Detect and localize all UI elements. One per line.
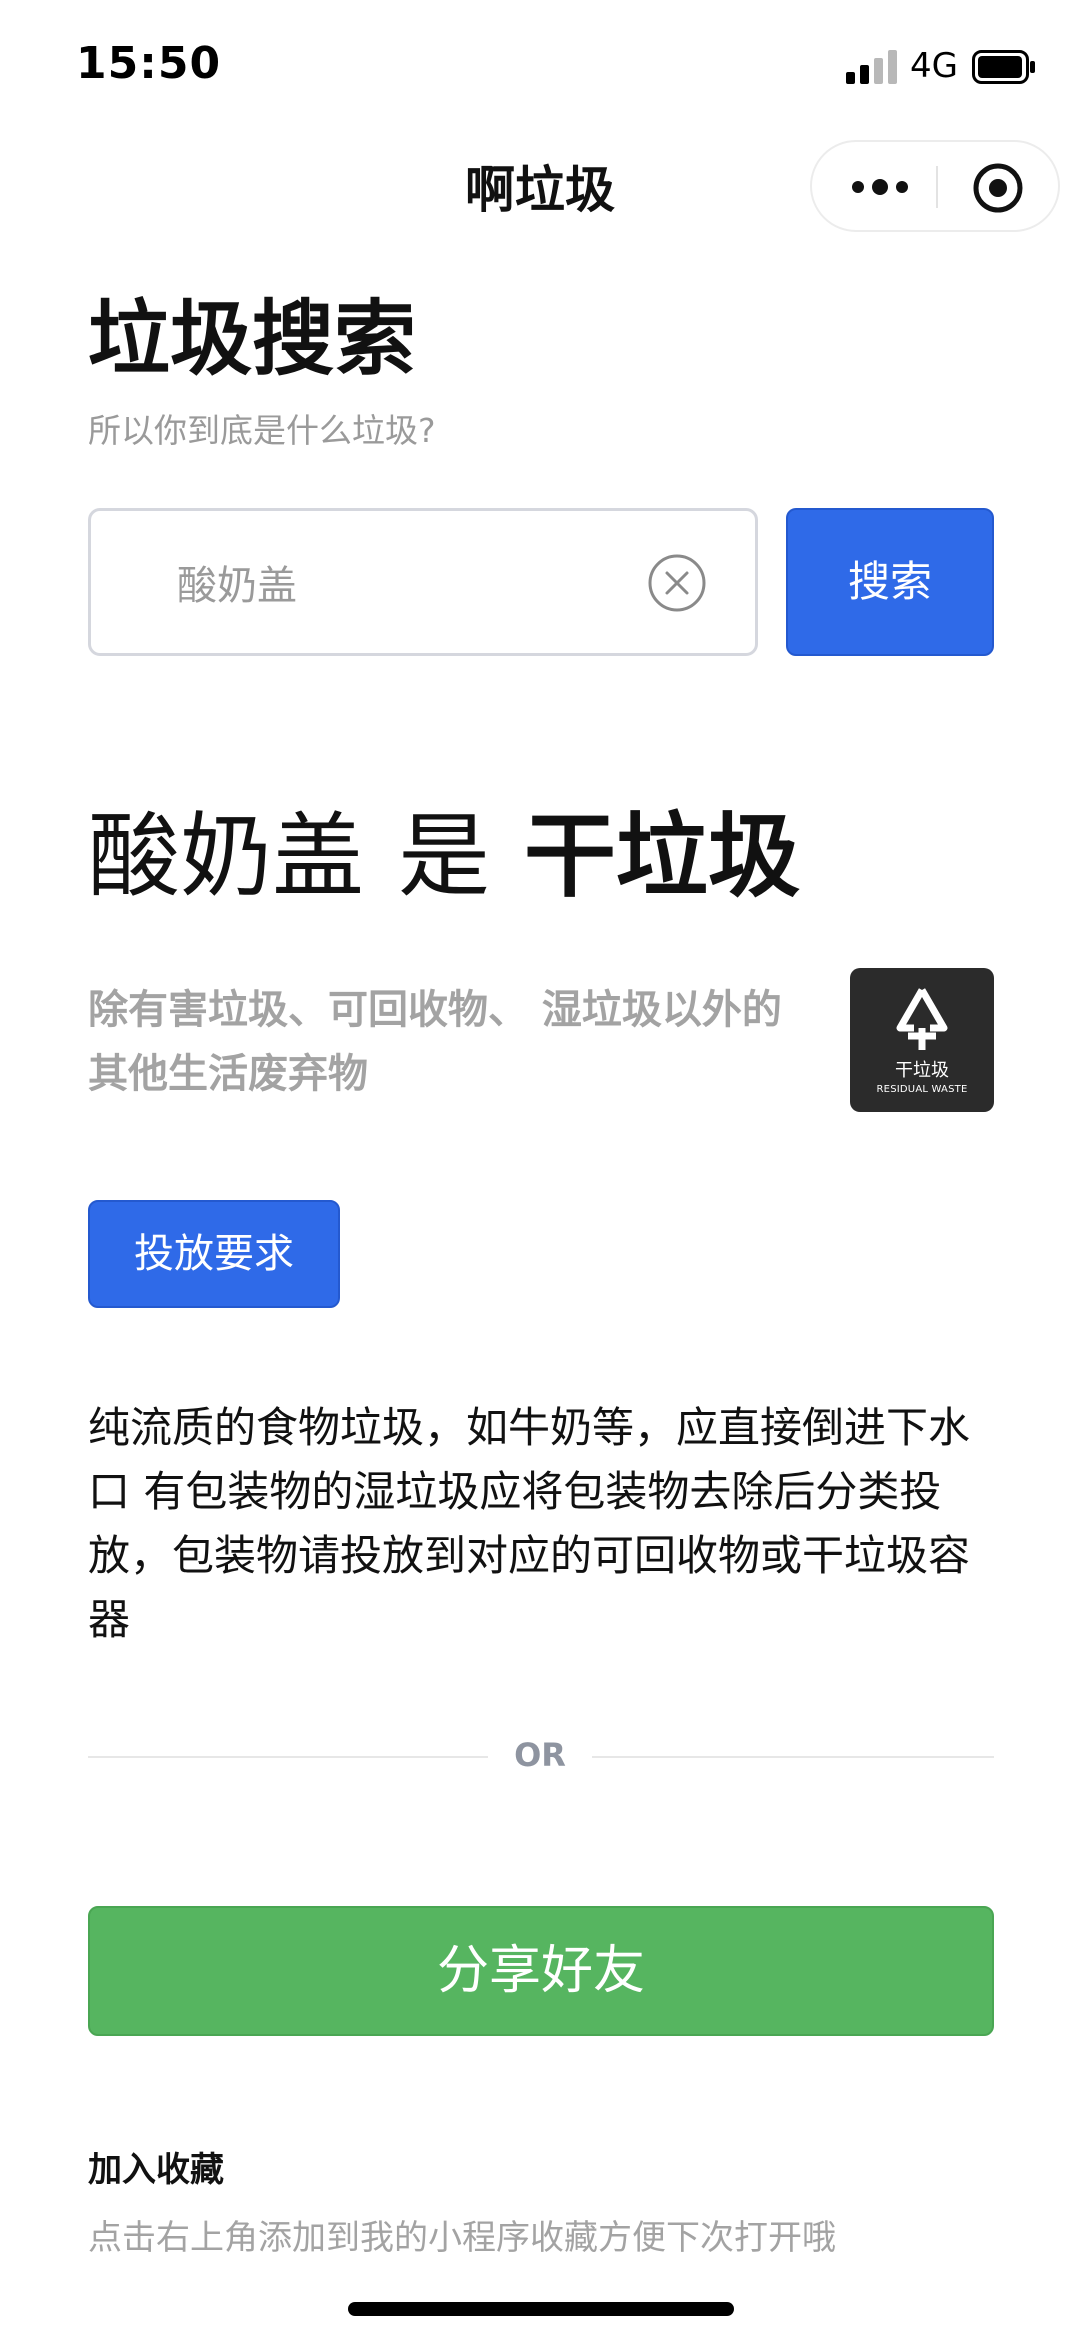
result-verb: 是 [398, 803, 491, 910]
capsule-divider [936, 166, 938, 208]
divider-line-left [88, 1756, 488, 1758]
search-input[interactable] [177, 511, 607, 653]
battery-icon [972, 50, 1035, 84]
record-target-icon[interactable] [972, 162, 1024, 214]
disposal-requirements-button[interactable]: 投放要求 [88, 1200, 340, 1308]
search-button[interactable]: 搜索 [786, 508, 994, 656]
page-title: 垃圾搜索 [88, 292, 417, 387]
result-heading: 酸奶盖是干垃圾 [88, 782, 800, 915]
signal-bars-icon [846, 50, 897, 84]
divider-line-right [592, 1756, 994, 1758]
home-indicator[interactable] [348, 2302, 734, 2316]
logo-cn-label: 干垃圾 [895, 1060, 949, 1081]
network-type: 4G [910, 46, 958, 86]
result-category: 干垃圾 [524, 803, 801, 910]
residual-waste-logo: 干垃圾 RESIDUAL WASTE [850, 968, 994, 1112]
recycle-arrows-icon [896, 988, 948, 1050]
clear-circle-icon[interactable] [647, 553, 707, 613]
share-friends-button[interactable]: 分享好友 [88, 1906, 994, 2036]
status-bar: 15:50 4G [0, 0, 1080, 130]
disposal-instructions: 纯流质的食物垃圾，如牛奶等，应直接倒进下水口 有包装物的湿垃圾应将包装物去除后分… [88, 1403, 971, 1644]
favorites-title: 加入收藏 [88, 2150, 224, 2190]
mini-program-capsule [810, 140, 1060, 232]
status-time: 15:50 [76, 38, 222, 89]
result-item: 酸奶盖 [88, 803, 365, 910]
category-description: 除有害垃圾、可回收物、 湿垃圾以外的其他生活废弃物 [88, 987, 782, 1097]
or-label: OR [514, 1736, 566, 1774]
favorites-hint: 点击右上角添加到我的小程序收藏方便下次打开哦 [88, 2218, 836, 2258]
logo-en-label: RESIDUAL WASTE [876, 1084, 968, 1095]
page-subtitle: 所以你到底是什么垃圾? [88, 411, 436, 450]
search-box [88, 508, 758, 656]
more-dots-icon[interactable] [850, 172, 910, 202]
